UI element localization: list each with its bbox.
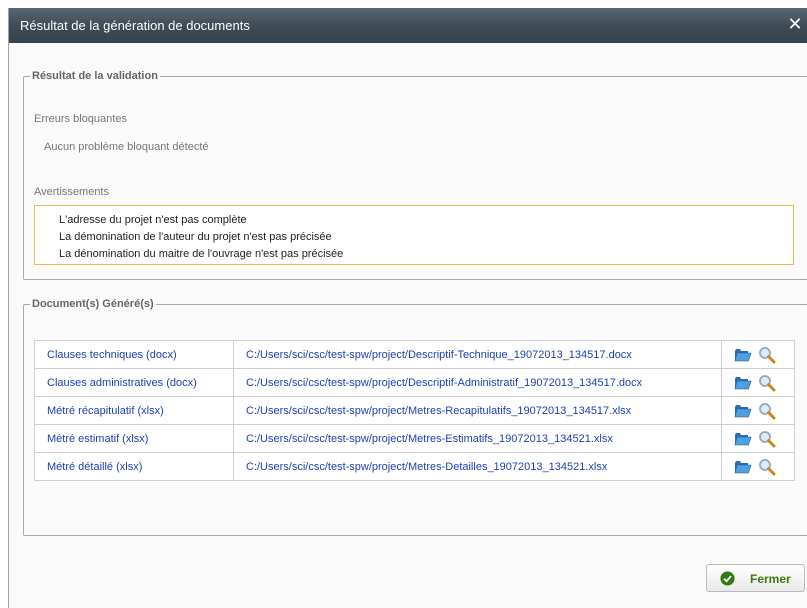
document-path-cell: C:/Users/sci/csc/test-spw/project/Metres… (233, 452, 722, 481)
blocking-errors-text: Aucun problème bloquant détecté (44, 141, 209, 153)
table-row: Clauses techniques (docx) C:/Users/sci/cs… (34, 340, 795, 369)
document-name-cell: Clauses techniques (docx) (34, 340, 234, 369)
document-path-link[interactable]: C:/Users/sci/csc/test-spw/project/Metres… (246, 433, 613, 445)
document-path-cell: C:/Users/sci/csc/test-spw/project/Descri… (233, 340, 722, 369)
search-icon[interactable] (758, 374, 776, 392)
document-actions-cell (721, 452, 795, 481)
document-actions-cell (721, 424, 795, 453)
document-path-link[interactable]: C:/Users/sci/csc/test-spw/project/Descri… (246, 377, 642, 389)
search-icon[interactable] (758, 346, 776, 364)
search-icon[interactable] (758, 430, 776, 448)
warnings-label: Avertissements (34, 186, 109, 198)
folder-open-icon[interactable] (734, 347, 752, 363)
warning-item: La démonination de l'auteur du projet n'… (59, 231, 332, 243)
document-name-link[interactable]: Métré détaillé (xlsx) (47, 461, 142, 473)
table-row: Métré récapitulatif (xlsx) C:/Users/sci/c… (34, 396, 795, 425)
validation-result-group: Résultat de la validation Erreurs bloqua… (23, 70, 807, 280)
table-row: Clauses administratives (docx) C:/Users/s… (34, 368, 795, 397)
warning-item: L'adresse du projet n'est pas complète (59, 214, 247, 226)
check-circle-icon (720, 571, 735, 586)
document-path-cell: C:/Users/sci/csc/test-spw/project/Metres… (233, 424, 722, 453)
document-name-cell: Métré estimatif (xlsx) (34, 424, 234, 453)
search-icon[interactable] (758, 458, 776, 476)
document-path-cell: C:/Users/sci/csc/test-spw/project/Descri… (233, 368, 722, 397)
folder-open-icon[interactable] (734, 431, 752, 447)
document-name-cell: Métré détaillé (xlsx) (34, 452, 234, 481)
document-path-link[interactable]: C:/Users/sci/csc/test-spw/project/Metres… (246, 461, 607, 473)
document-actions-cell (721, 396, 795, 425)
blocking-errors-label: Erreurs bloquantes (34, 113, 127, 125)
validation-legend: Résultat de la validation (32, 70, 158, 82)
document-name-link[interactable]: Clauses techniques (docx) (47, 349, 177, 361)
document-name-link[interactable]: Clauses administratives (docx) (47, 377, 197, 389)
table-row: Métré détaillé (xlsx) C:/Users/sci/csc/te… (34, 452, 795, 481)
document-name-link[interactable]: Métré récapitulatif (xlsx) (47, 405, 164, 417)
document-path-cell: C:/Users/sci/csc/test-spw/project/Metres… (233, 396, 722, 425)
generated-documents-group: Document(s) Généré(s) Clauses techniques… (23, 298, 807, 536)
close-icon[interactable]: ✕ (786, 15, 804, 33)
folder-open-icon[interactable] (734, 403, 752, 419)
close-button-label: Fermer (750, 572, 791, 586)
document-name-cell: Métré récapitulatif (xlsx) (34, 396, 234, 425)
dialog-titlebar: Résultat de la génération de documents ✕ (9, 8, 807, 43)
warning-item: La dénomination du maitre de l'ouvrage n… (59, 248, 344, 260)
table-row: Métré estimatif (xlsx) C:/Users/sci/csc/t… (34, 424, 795, 453)
document-name-link[interactable]: Métré estimatif (xlsx) (47, 433, 148, 445)
documents-table: Clauses techniques (docx) C:/Users/sci/cs… (34, 340, 795, 481)
dialog-title: Résultat de la génération de documents (20, 18, 250, 33)
document-generation-dialog: Résultat de la génération de documents ✕… (8, 8, 807, 608)
folder-open-icon[interactable] (734, 459, 752, 475)
warnings-box: L'adresse du projet n'est pas complète L… (34, 205, 794, 265)
folder-open-icon[interactable] (734, 375, 752, 391)
document-actions-cell (721, 340, 795, 369)
document-path-link[interactable]: C:/Users/sci/csc/test-spw/project/Metres… (246, 405, 631, 417)
generated-legend: Document(s) Généré(s) (32, 298, 154, 310)
document-path-link[interactable]: C:/Users/sci/csc/test-spw/project/Descri… (246, 349, 632, 361)
search-icon[interactable] (758, 402, 776, 420)
close-button[interactable]: Fermer (706, 564, 805, 592)
document-name-cell: Clauses administratives (docx) (34, 368, 234, 397)
document-actions-cell (721, 368, 795, 397)
